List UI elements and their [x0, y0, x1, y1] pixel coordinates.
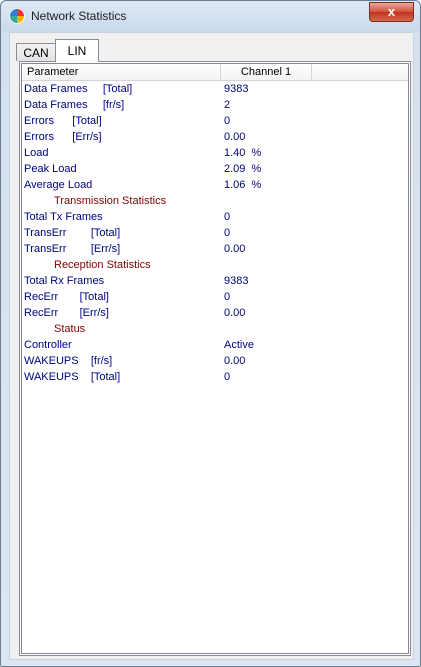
channel-1-value: 2.09 %: [224, 163, 262, 175]
parameter-name: Total Tx Frames: [24, 211, 103, 223]
parameter-name: Average Load: [24, 179, 93, 191]
table-row[interactable]: RecErr [Err/s] 0.00: [22, 305, 408, 321]
channel-1-value: 1.40 %: [224, 147, 262, 159]
channel-1-value: 0.00: [224, 307, 246, 319]
section-header-row[interactable]: Status: [22, 321, 408, 337]
table-row[interactable]: Errors [Total] 0: [22, 113, 408, 129]
table-row[interactable]: RecErr [Total] 0: [22, 289, 408, 305]
network-statistics-icon: [9, 8, 25, 24]
window-title: Network Statistics: [31, 9, 127, 23]
table-row[interactable]: Controller Active: [22, 337, 408, 353]
table-row[interactable]: Load 1.40 %: [22, 145, 408, 161]
parameter-name: RecErr [Err/s]: [24, 307, 109, 319]
parameter-name: Total Rx Frames: [24, 275, 105, 287]
parameter-name: Controller: [24, 339, 72, 351]
parameter-name: Errors [Err/s]: [24, 131, 102, 143]
parameter-name: Data Frames [Total]: [24, 83, 133, 95]
table-row[interactable]: Data Frames [fr/s] 2: [22, 97, 408, 113]
column-header-channel-1[interactable]: Channel 1: [221, 64, 312, 80]
table-row[interactable]: TransErr [Err/s] 0.00: [22, 241, 408, 257]
parameter-name: TransErr [Total]: [24, 227, 121, 239]
parameter-name: Errors [Total]: [24, 115, 102, 127]
table-row[interactable]: Total Rx Frames 9383: [22, 273, 408, 289]
channel-1-value: 2: [224, 99, 231, 111]
parameter-name: WAKEUPS [Total]: [24, 371, 121, 383]
network-statistics-window: Network Statistics x CAN LIN Parameter C…: [0, 0, 421, 667]
channel-1-value: 0.00: [224, 355, 246, 367]
channel-1-value: 0.00: [224, 131, 246, 143]
client-area: CAN LIN Parameter Channel 1 Data Frames …: [9, 32, 414, 660]
channel-1-value: 0: [224, 227, 231, 239]
tab-panel-lin: Parameter Channel 1 Data Frames [Total] 9…: [19, 61, 411, 656]
list-rows: Data Frames [Total] 9383 Data Frames [fr/s…: [22, 81, 408, 385]
channel-1-value: 9383: [224, 83, 249, 95]
parameter-name: TransErr [Err/s]: [24, 243, 121, 255]
close-button[interactable]: x: [369, 2, 414, 22]
table-row[interactable]: Average Load 1.06 %: [22, 177, 408, 193]
parameter-name: RecErr [Total]: [24, 291, 109, 303]
section-title: Transmission Statistics: [54, 195, 167, 207]
channel-1-value: 0: [224, 211, 231, 223]
channel-1-value: 0.00: [224, 243, 246, 255]
statistics-list[interactable]: Parameter Channel 1 Data Frames [Total] 9…: [21, 63, 409, 654]
table-row[interactable]: TransErr [Total] 0: [22, 225, 408, 241]
channel-1-value: 0: [224, 371, 231, 383]
channel-1-value: 1.06 %: [224, 179, 262, 191]
parameter-name: Load: [24, 147, 49, 159]
table-row[interactable]: Data Frames [Total] 9383: [22, 81, 408, 97]
parameter-name: Peak Load: [24, 163, 77, 175]
table-row[interactable]: WAKEUPS [Total] 0: [22, 369, 408, 385]
section-header-row[interactable]: Transmission Statistics: [22, 193, 408, 209]
table-row[interactable]: WAKEUPS [fr/s] 0.00: [22, 353, 408, 369]
list-header: Parameter Channel 1: [22, 64, 408, 81]
section-title: Reception Statistics: [54, 259, 151, 271]
parameter-name: WAKEUPS [fr/s]: [24, 355, 113, 367]
table-row[interactable]: Peak Load 2.09 %: [22, 161, 408, 177]
parameter-name: Data Frames [fr/s]: [24, 99, 125, 111]
close-icon: x: [387, 4, 396, 19]
column-header-parameter[interactable]: Parameter: [22, 64, 221, 80]
tab-can[interactable]: CAN: [16, 43, 56, 61]
channel-1-value: 9383: [224, 275, 249, 287]
table-row[interactable]: Total Tx Frames 0: [22, 209, 408, 225]
title-bar[interactable]: Network Statistics x: [1, 1, 420, 31]
section-header-row[interactable]: Reception Statistics: [22, 257, 408, 273]
channel-1-value: 0: [224, 291, 231, 303]
section-title: Status: [54, 323, 86, 335]
tab-lin[interactable]: LIN: [55, 39, 99, 62]
table-row[interactable]: Errors [Err/s] 0.00: [22, 129, 408, 145]
channel-1-value: 0: [224, 115, 231, 127]
channel-1-value: Active: [224, 339, 254, 351]
